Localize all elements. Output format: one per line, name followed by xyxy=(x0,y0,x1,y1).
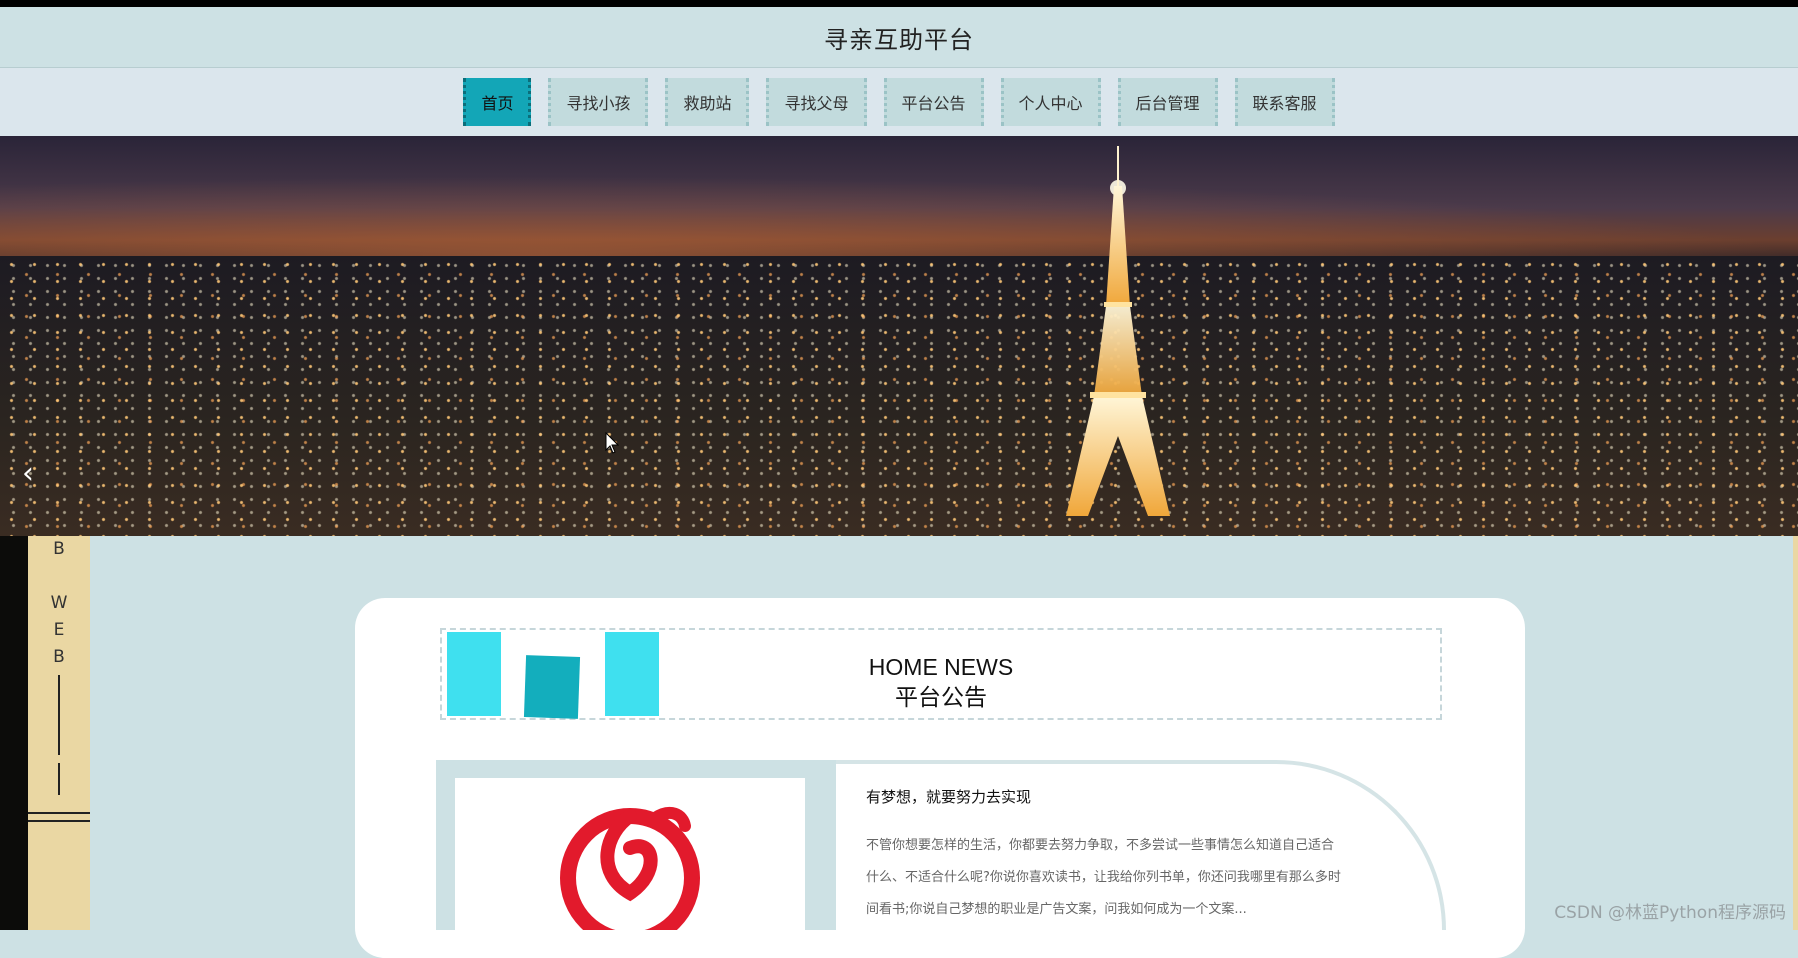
site-title: 寻亲互助平台 xyxy=(824,25,974,54)
top-black-bar xyxy=(0,0,1798,7)
side-divider-line xyxy=(58,763,60,795)
nav-label: 平台公告 xyxy=(901,94,966,113)
news-heading-zh: 平台公告 xyxy=(895,685,987,711)
side-letter: B xyxy=(53,647,65,667)
watermark-text: CSDN @林蓝Python程序源码 xyxy=(1554,903,1786,923)
city-lights-image xyxy=(0,256,1798,536)
nav-item-rescue-station[interactable]: 救助站 xyxy=(665,78,750,126)
side-letter: B xyxy=(53,539,65,559)
nav-label: 后台管理 xyxy=(1135,94,1200,113)
nav-label: 联系客服 xyxy=(1252,94,1317,113)
news-item[interactable]: 有梦想，就要努力去实现 不管你想要怎样的生活，你都要去努力争取，不多尝试一些事情… xyxy=(436,760,1446,930)
news-headline[interactable]: 有梦想，就要努力去实现 xyxy=(866,786,1031,807)
nav-item-home[interactable]: 首页 xyxy=(463,78,532,126)
news-section-title: HOME NEWS 平台公告 xyxy=(442,652,1440,714)
nav-label: 个人中心 xyxy=(1018,94,1083,113)
side-bar xyxy=(28,820,90,822)
side-divider-line xyxy=(58,675,60,755)
nav-label: 寻找父母 xyxy=(784,94,849,113)
eiffel-tower-illustration xyxy=(1066,146,1170,516)
news-heading-en: HOME NEWS xyxy=(868,654,1014,680)
mouse-cursor-icon xyxy=(605,431,620,454)
side-vertical-text: B W E B xyxy=(28,536,90,671)
nav-label: 救助站 xyxy=(683,94,732,113)
news-heading-box: HOME NEWS 平台公告 xyxy=(440,628,1442,720)
nav-item-personal-center[interactable]: 个人中心 xyxy=(1000,78,1101,126)
news-text-panel: 有梦想，就要努力去实现 不管你想要怎样的生活，你都要去努力争取，不多尝试一些事情… xyxy=(836,760,1446,930)
news-excerpt: 不管你想要怎样的生活，你都要去努力争取，不多尝试一些事情怎么知道自己适合什么、不… xyxy=(866,838,1341,917)
nav-label: 寻找小孩 xyxy=(566,94,631,113)
side-strip-dark xyxy=(0,536,28,930)
side-letter: W xyxy=(50,593,68,613)
right-side-strip xyxy=(1793,536,1798,930)
carousel-prev-button[interactable]: ‹ xyxy=(14,456,42,492)
side-letter: E xyxy=(53,620,65,640)
hero-carousel[interactable]: ‹ xyxy=(0,136,1798,536)
site-header: 寻亲互助平台 xyxy=(0,7,1798,68)
nav-item-find-child[interactable]: 寻找小孩 xyxy=(548,78,649,126)
music-logo-icon xyxy=(560,806,700,930)
news-thumbnail[interactable] xyxy=(455,778,805,930)
nav-item-customer-service[interactable]: 联系客服 xyxy=(1234,78,1335,126)
side-bar xyxy=(28,812,90,814)
nav-item-announcements[interactable]: 平台公告 xyxy=(883,78,984,126)
nav-item-admin[interactable]: 后台管理 xyxy=(1117,78,1218,126)
nav-label: 首页 xyxy=(481,94,514,113)
chevron-left-icon: ‹ xyxy=(22,456,34,491)
news-image-frame xyxy=(436,760,836,930)
main-nav: 首页 寻找小孩 救助站 寻找父母 平台公告 个人中心 后台管理 联系客服 xyxy=(0,68,1798,136)
nav-item-find-parents[interactable]: 寻找父母 xyxy=(766,78,867,126)
